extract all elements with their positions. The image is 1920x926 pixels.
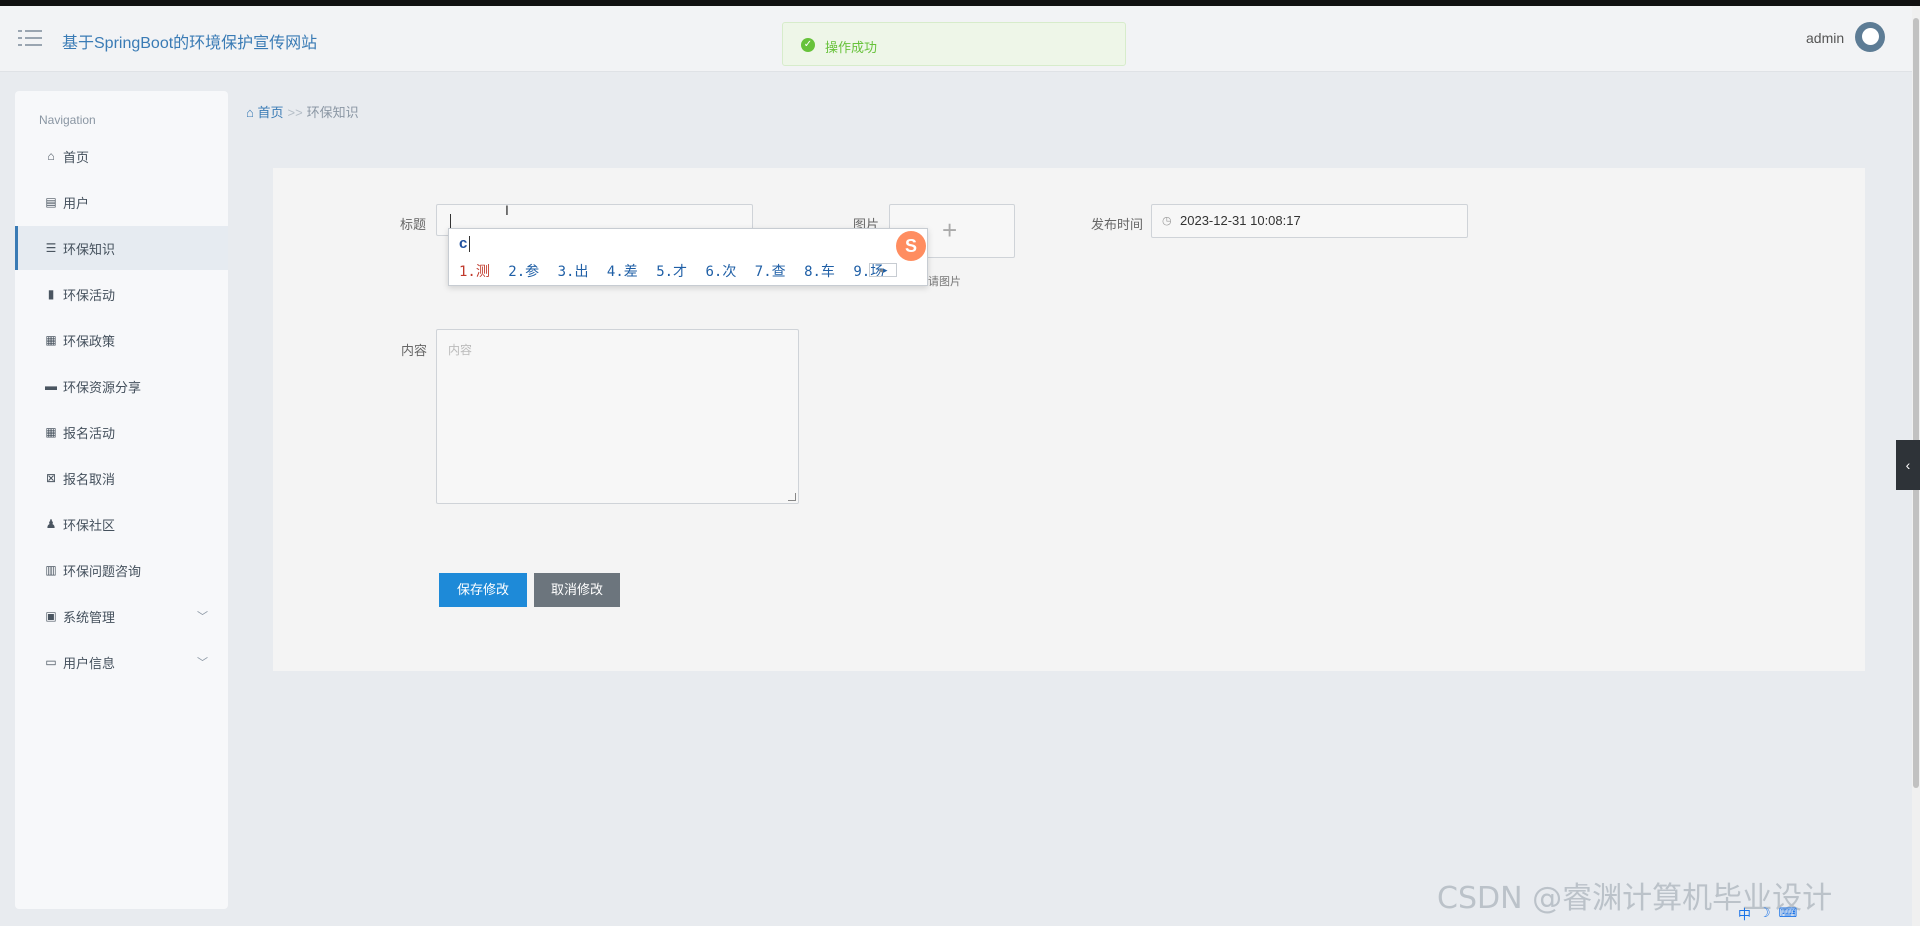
clipboard-x-icon: ⊠ bbox=[45, 471, 57, 485]
sidebar-item-label: 首页 bbox=[63, 149, 90, 165]
ime-typed-text: c bbox=[459, 235, 468, 252]
sidebar-item-signup-cancel[interactable]: ⊠ 报名取消 bbox=[15, 456, 228, 500]
content-textarea[interactable]: 内容 bbox=[436, 329, 799, 504]
title-label: 标题 bbox=[400, 217, 427, 232]
ime-candidate[interactable]: 3.出 bbox=[558, 264, 589, 280]
text-cursor-icon: I bbox=[505, 202, 509, 218]
ime-candidate[interactable]: 6.次 bbox=[705, 264, 736, 280]
ime-candidate-window: c S 1.测 2.参 3.出 4.差 5.才 6.次 7.查 8.车 9.场 … bbox=[448, 228, 928, 286]
ime-pager-icon[interactable]: ◂▸ bbox=[869, 263, 897, 277]
sidebar-item-community[interactable]: ♟ 环保社区 bbox=[15, 502, 228, 546]
sidebar-item-label: 环保活动 bbox=[63, 287, 116, 303]
sidebar-item-system-admin[interactable]: ▣ 系统管理 ﹀ bbox=[15, 594, 228, 638]
breadcrumb-separator: >> bbox=[287, 105, 303, 120]
sidebar-item-label: 环保政策 bbox=[63, 333, 116, 349]
sidebar-item-home[interactable]: ⌂ 首页 bbox=[15, 134, 228, 178]
sidebar-item-label: 报名取消 bbox=[63, 471, 116, 487]
success-check-icon: ✓ bbox=[801, 38, 815, 52]
publish-time-label: 发布时间 bbox=[1091, 217, 1144, 232]
printer-icon: ▬ bbox=[45, 379, 57, 393]
tray-keyboard-icon[interactable]: ⌨ bbox=[1779, 905, 1798, 921]
breadcrumb-home-label: 首页 bbox=[257, 105, 284, 120]
ime-candidate[interactable]: 2.参 bbox=[508, 264, 539, 280]
sidebar-item-label: 用户 bbox=[63, 195, 90, 211]
sidebar-item-label: 系统管理 bbox=[63, 609, 116, 625]
ime-candidate[interactable]: 5.才 bbox=[656, 264, 687, 280]
ime-candidate[interactable]: 7.查 bbox=[755, 264, 786, 280]
card-icon: ▭ bbox=[45, 655, 57, 669]
breadcrumb-current: 环保知识 bbox=[306, 105, 359, 120]
ime-status-tray: 中 ☽ ⌨ bbox=[1738, 900, 1805, 926]
sogou-logo-icon: S bbox=[896, 231, 926, 261]
menu-toggle-icon[interactable] bbox=[18, 30, 42, 48]
breadcrumb-home[interactable]: ⌂ 首页 bbox=[246, 105, 283, 120]
duck-avatar-icon bbox=[1862, 28, 1879, 45]
success-toast: ✓ 操作成功 bbox=[782, 22, 1126, 66]
breadcrumb: ⌂ 首页 >> 环保知识 bbox=[246, 102, 359, 121]
resize-handle-icon[interactable] bbox=[788, 493, 796, 501]
list-icon: ☰ bbox=[45, 241, 57, 255]
ime-caret bbox=[469, 236, 470, 252]
clipboard-icon: ▤ bbox=[45, 195, 57, 209]
text-caret bbox=[450, 214, 451, 228]
publish-time-picker[interactable]: ◷ 2023-12-31 10:08:17 bbox=[1151, 204, 1468, 238]
nav-caption: Navigation bbox=[39, 113, 96, 127]
username[interactable]: admin bbox=[1806, 30, 1844, 46]
sidebar-item-eco-knowledge[interactable]: ☰ 环保知识 bbox=[15, 226, 228, 270]
ime-candidate[interactable]: 8.车 bbox=[804, 264, 835, 280]
upload-hint: 请图片 bbox=[928, 276, 961, 288]
save-button[interactable]: 保存修改 bbox=[439, 573, 527, 607]
sidebar-item-label: 用户信息 bbox=[63, 655, 116, 671]
sidebar-item-user-info[interactable]: ▭ 用户信息 ﹀ bbox=[15, 640, 228, 684]
sidebar-item-label: 环保社区 bbox=[63, 517, 116, 533]
tray-moon-icon[interactable]: ☽ bbox=[1759, 905, 1771, 921]
briefcase-icon: ▣ bbox=[45, 609, 57, 623]
scrollbar-thumb[interactable] bbox=[1913, 18, 1919, 788]
sidebar-item-label: 报名活动 bbox=[63, 425, 116, 441]
sidebar-item-resource-sharing[interactable]: ▬ 环保资源分享 bbox=[15, 364, 228, 408]
sidebar-item-consultation[interactable]: ▥ 环保问题咨询 bbox=[15, 548, 228, 592]
toast-message: 操作成功 bbox=[825, 40, 878, 55]
user-icon: ♟ bbox=[45, 517, 57, 531]
columns-icon: ▥ bbox=[45, 563, 57, 577]
sidebar-item-label: 环保知识 bbox=[63, 241, 116, 257]
chevron-down-icon: ﹀ bbox=[197, 611, 208, 623]
sidebar-item-eco-policy[interactable]: ▦ 环保政策 bbox=[15, 318, 228, 362]
site-title[interactable]: 基于SpringBoot的环境保护宣传网站 bbox=[62, 29, 317, 53]
bar-chart-icon: ▮ bbox=[47, 287, 55, 301]
grid-icon: ▦ bbox=[45, 333, 57, 347]
chevron-down-icon: ﹀ bbox=[197, 657, 208, 669]
sidebar-item-label: 环保资源分享 bbox=[63, 379, 142, 395]
content-label: 内容 bbox=[401, 343, 428, 358]
cancel-button[interactable]: 取消修改 bbox=[534, 573, 620, 607]
tray-lang[interactable]: 中 bbox=[1738, 904, 1751, 923]
ime-candidate[interactable]: 4.差 bbox=[607, 264, 638, 280]
user-avatar[interactable] bbox=[1855, 22, 1885, 52]
ime-candidate-list: 1.测 2.参 3.出 4.差 5.才 6.次 7.查 8.车 9.场 bbox=[459, 261, 894, 281]
clock-icon: ◷ bbox=[1162, 215, 1172, 227]
publish-time-value: 2023-12-31 10:08:17 bbox=[1180, 213, 1301, 228]
sidebar-item-signup[interactable]: ▦ 报名活动 bbox=[15, 410, 228, 454]
sidebar-item-users[interactable]: ▤ 用户 bbox=[15, 180, 228, 224]
plus-icon: + bbox=[942, 215, 958, 245]
ime-candidate[interactable]: 1.测 bbox=[459, 264, 490, 280]
top-header: 基于SpringBoot的环境保护宣传网站 ✓ 操作成功 admin bbox=[0, 6, 1920, 72]
sidebar-item-label: 环保问题咨询 bbox=[63, 563, 142, 579]
home-icon: ⌂ bbox=[47, 149, 55, 163]
sidebar-item-eco-activities[interactable]: ▮ 环保活动 bbox=[15, 272, 228, 316]
panel-collapse-button[interactable]: ‹ bbox=[1896, 440, 1920, 490]
sidebar-nav: Navigation ⌂ 首页 ▤ 用户 ☰ 环保知识 ▮ 环保活动 ▦ 环保政策 ▬ 环保… bbox=[15, 91, 228, 909]
grid-icon: ▦ bbox=[45, 425, 57, 439]
content-placeholder: 内容 bbox=[448, 343, 473, 357]
